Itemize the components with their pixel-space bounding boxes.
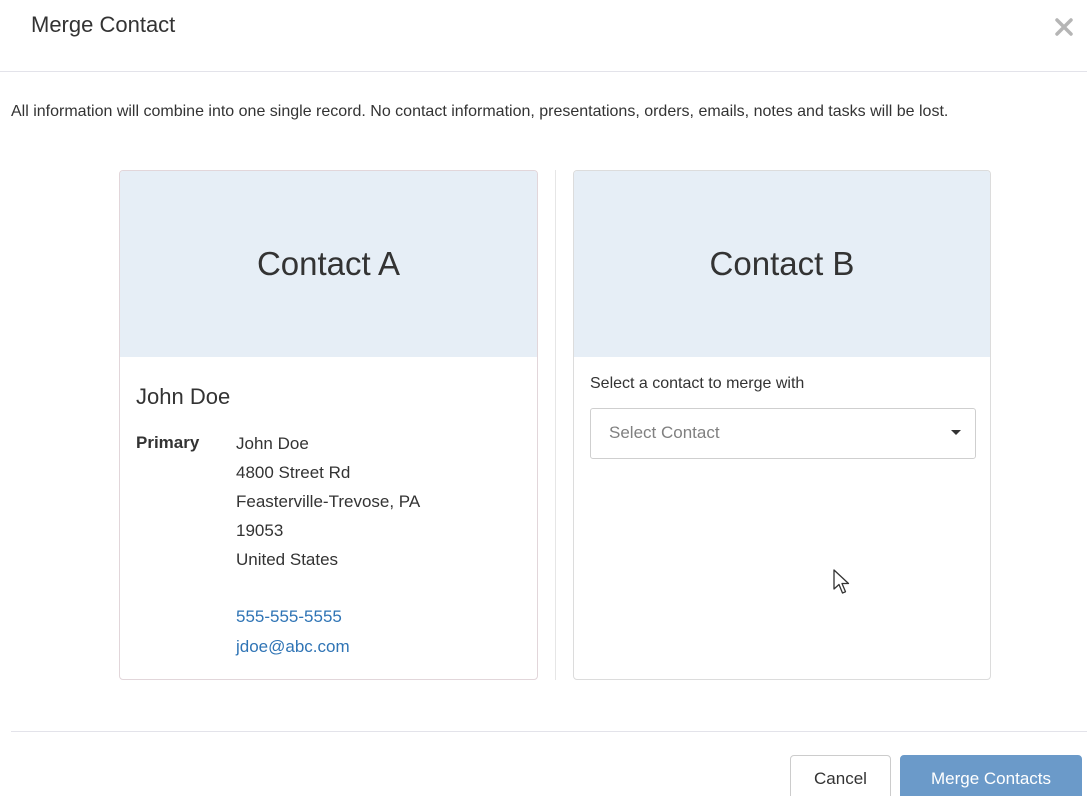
address-line: Feasterville-Trevose, PA bbox=[236, 492, 421, 511]
select-contact-dropdown[interactable]: Select Contact bbox=[590, 408, 976, 459]
email-link[interactable]: jdoe@abc.com bbox=[236, 637, 350, 657]
mouse-pointer-icon bbox=[833, 569, 850, 594]
close-button[interactable] bbox=[1051, 14, 1077, 40]
contact-name: John Doe bbox=[136, 384, 231, 409]
footer-divider bbox=[11, 731, 1087, 732]
contact-a-heading: Contact A bbox=[120, 171, 537, 357]
address-line: John Doe bbox=[236, 434, 309, 453]
primary-address: John Doe 4800 Street Rd Feasterville-Tre… bbox=[236, 429, 420, 574]
primary-address-label: Primary bbox=[136, 433, 200, 452]
select-contact-placeholder: Select Contact bbox=[609, 423, 720, 442]
address-line: 4800 Street Rd bbox=[236, 463, 351, 482]
contact-a-card: Contact A John Doe Primary John Doe 4800… bbox=[119, 170, 538, 680]
close-icon bbox=[1055, 18, 1073, 36]
chevron-down-icon bbox=[951, 430, 961, 435]
address-line: 19053 bbox=[236, 521, 284, 540]
dialog-title: Merge Contact bbox=[31, 12, 176, 37]
merge-contact-dialog: Merge Contact All information will combi… bbox=[0, 0, 1087, 796]
contact-b-card: Contact B Select a contact to merge with… bbox=[573, 170, 991, 680]
column-divider bbox=[555, 170, 556, 680]
dialog-header: Merge Contact bbox=[0, 0, 1087, 72]
dialog-description: All information will combine into one si… bbox=[11, 103, 949, 120]
cancel-button[interactable]: Cancel bbox=[790, 755, 891, 796]
phone-link[interactable]: 555-555-5555 bbox=[236, 607, 342, 627]
select-contact-label: Select a contact to merge with bbox=[590, 375, 805, 392]
address-line: United States bbox=[236, 550, 339, 569]
contact-b-heading: Contact B bbox=[574, 171, 990, 357]
merge-contacts-button[interactable]: Merge Contacts bbox=[900, 755, 1082, 796]
